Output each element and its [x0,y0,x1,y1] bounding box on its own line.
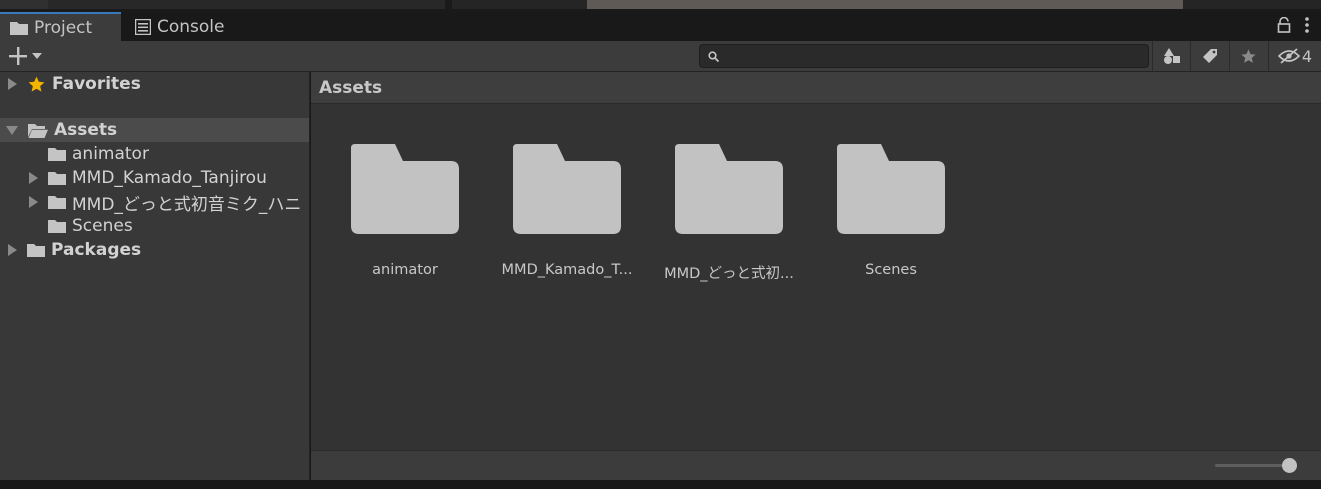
tab-console-label: Console [157,16,225,37]
star-icon [1241,48,1256,63]
folder-icon [10,21,28,35]
folder-icon [48,172,66,185]
hidden-packages-count: 4 [1301,46,1313,66]
grid-item-label: animator [372,262,438,278]
plus-icon [9,47,27,65]
expand-arrow-icon[interactable] [8,244,17,256]
window-top-strip [0,0,1321,12]
tree-item-label: Packages [51,240,142,260]
folder-icon [48,220,66,233]
lock-icon[interactable] [1277,17,1291,33]
tab-bar: Project Console [0,12,1321,41]
tree-item-packages[interactable]: Packages [0,238,309,262]
tree-item-label: Assets [54,120,118,140]
tree-item-label: Scenes [72,216,133,236]
search-by-label-button[interactable] [1190,41,1228,71]
folder-open-icon [28,123,48,138]
tree-item-label: animator [72,144,149,164]
grid-item-animator[interactable]: animator [324,144,486,278]
star-icon [28,76,45,92]
tree-item-label: MMD_どっと式初音ミク_ハニ [72,194,302,215]
grid-item-label: MMD_Kamado_T... [501,262,633,278]
folder-icon [351,144,459,234]
tree-item-mmd-miku[interactable]: MMD_どっと式初音ミク_ハニ [0,190,309,215]
grid-item-label: MMD_どっと式初... [664,266,794,282]
folder-icon [675,144,783,234]
grid-item-scenes[interactable]: Scenes [810,144,972,278]
project-toolbar: 4 [0,41,1321,72]
zoom-slider-thumb[interactable] [1282,458,1297,473]
folder-icon [837,144,945,234]
chevron-down-icon [32,53,42,59]
search-icon [708,51,719,62]
tree-item-assets[interactable]: Assets [0,118,309,142]
folder-tree: Favorites Assets animator MMD_Kamado_Tan… [0,72,310,480]
collapse-arrow-icon[interactable] [6,125,18,135]
zoom-slider-track[interactable] [1215,464,1285,467]
tab-project-label: Project [34,17,93,38]
create-asset-button[interactable] [8,46,42,66]
expand-arrow-icon[interactable] [8,78,17,90]
tree-item-scenes[interactable]: Scenes [0,214,309,238]
tree-item-mmd-kamado[interactable]: MMD_Kamado_Tanjirou [0,166,309,190]
tree-item-label: Favorites [52,74,141,94]
grid-item-mmd-miku[interactable]: MMD_どっと式初... [648,144,810,283]
save-search-favorite-button[interactable] [1229,41,1267,71]
tab-console[interactable]: Console [133,12,243,41]
grid-item-label: Scenes [865,262,917,278]
hidden-packages-toggle[interactable]: 4 [1268,41,1321,71]
tag-icon [1202,49,1217,63]
console-icon [135,18,151,35]
grid-item-mmd-kamado[interactable]: MMD_Kamado_T... [486,144,648,278]
folder-icon [48,148,66,161]
folder-icon [513,144,621,234]
tree-item-animator[interactable]: animator [0,142,309,166]
folder-icon [27,244,45,257]
tab-project[interactable]: Project [0,12,121,41]
tree-item-label: MMD_Kamado_Tanjirou [72,168,267,188]
tree-item-favorites[interactable]: Favorites [0,72,309,96]
breadcrumb[interactable]: Assets [311,72,1321,104]
asset-grid-panel: Assets animator MMD_Kamado_T... MMD_どっと式… [311,72,1321,450]
expand-arrow-icon[interactable] [29,172,38,184]
search-input[interactable] [699,44,1149,68]
shapes-icon [1163,48,1180,64]
expand-arrow-icon[interactable] [29,196,38,208]
more-menu-icon[interactable] [1305,17,1309,33]
status-bar [311,450,1321,480]
folder-icon [48,196,66,209]
search-by-type-button[interactable] [1152,41,1190,71]
eye-slash-icon [1277,48,1300,64]
